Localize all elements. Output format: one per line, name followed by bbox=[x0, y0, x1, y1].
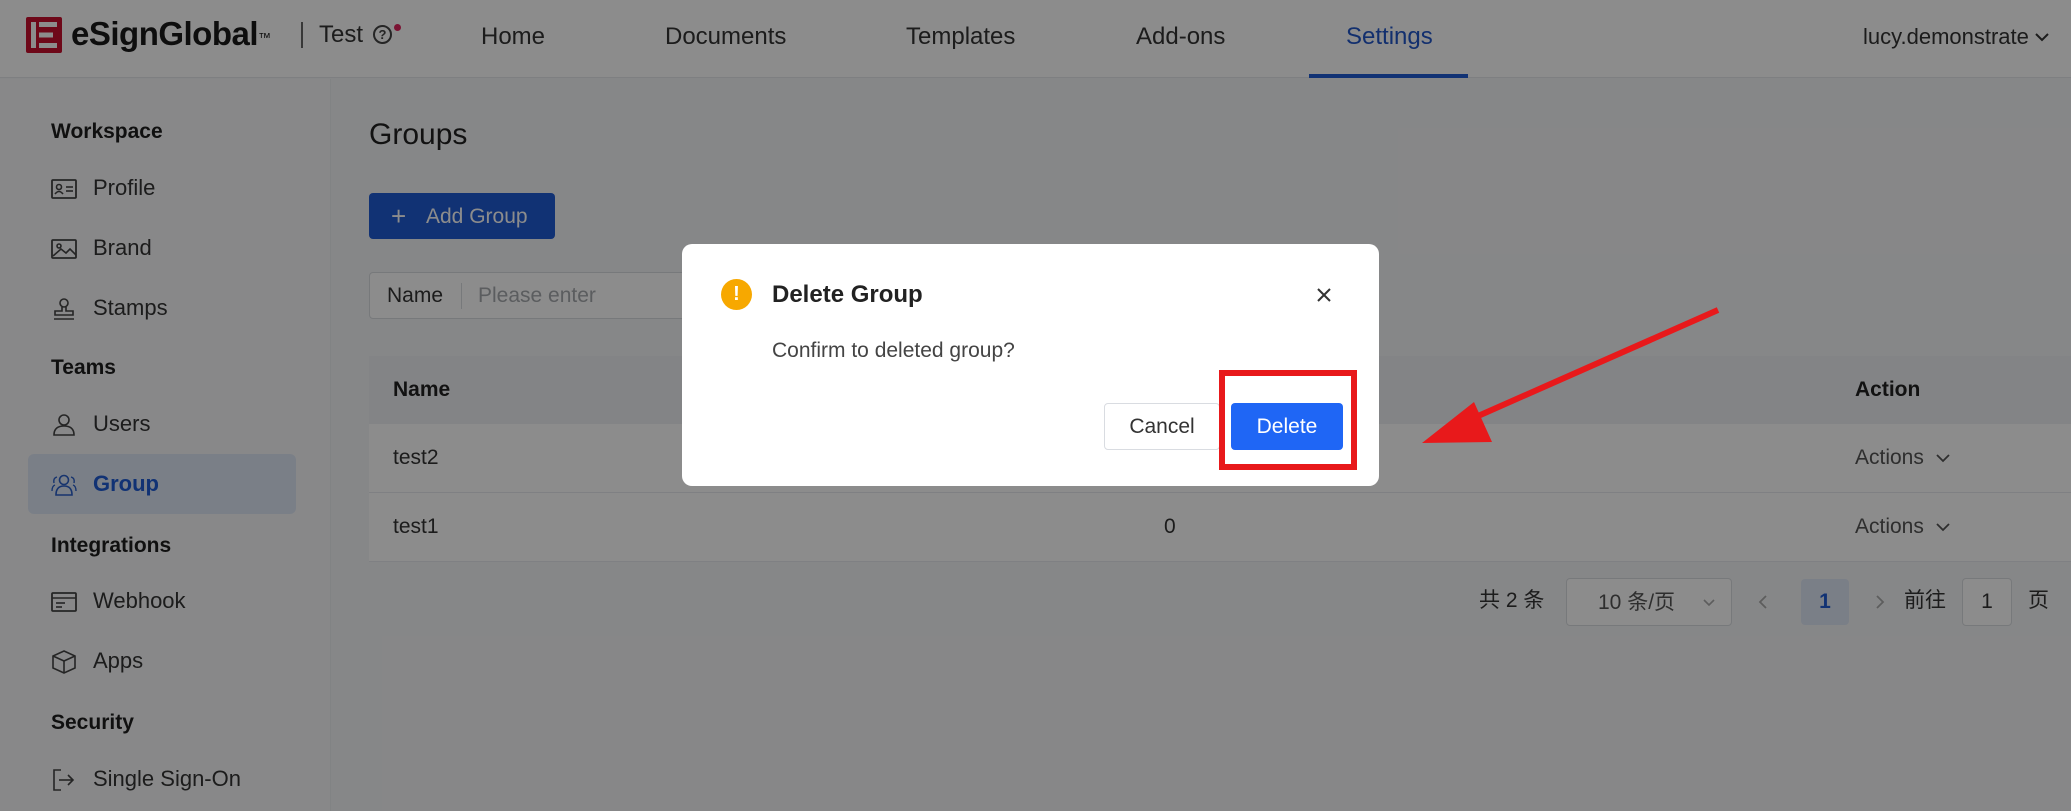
dialog-title: Delete Group bbox=[772, 281, 923, 308]
red-arrow-annotation-icon bbox=[1422, 307, 1720, 443]
highlight-annotation-box bbox=[1219, 370, 1357, 470]
warning-icon: ! bbox=[721, 279, 752, 310]
dialog-message: Confirm to deleted group? bbox=[772, 339, 1015, 362]
close-icon[interactable] bbox=[1315, 286, 1333, 304]
cancel-button[interactable]: Cancel bbox=[1104, 403, 1220, 450]
